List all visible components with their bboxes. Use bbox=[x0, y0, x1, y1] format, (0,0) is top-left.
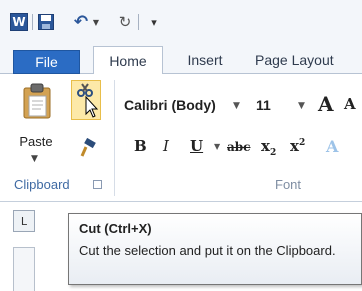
toolbar-separator bbox=[138, 14, 139, 30]
tab-file[interactable]: File bbox=[13, 50, 80, 74]
tab-stop-icon: L bbox=[20, 214, 28, 228]
chevron-down-icon[interactable]: ▼ bbox=[233, 101, 240, 111]
vertical-ruler bbox=[13, 247, 35, 291]
undo-dropdown-icon[interactable]: ▼ bbox=[92, 13, 100, 31]
text-effects-button[interactable]: A bbox=[326, 137, 338, 156]
superscript-label: x bbox=[290, 137, 299, 155]
subscript-button[interactable]: x2 bbox=[261, 137, 276, 158]
tooltip-description: Cut the selection and put it on the Clip… bbox=[79, 243, 336, 258]
chevron-down-icon[interactable]: ▼ bbox=[298, 101, 305, 111]
format-painter-icon[interactable] bbox=[76, 137, 98, 160]
strikethrough-button[interactable]: abc bbox=[227, 140, 250, 154]
tab-page-layout[interactable]: Page Layout bbox=[255, 46, 362, 74]
quick-access-toolbar: W ↶ ▼ ↻ ▾ bbox=[0, 0, 362, 40]
redo-icon[interactable]: ↻ bbox=[118, 13, 132, 31]
grow-font-button[interactable]: A bbox=[318, 92, 334, 116]
chevron-down-icon: ▼ bbox=[31, 154, 38, 164]
bold-button[interactable]: B bbox=[134, 137, 147, 155]
tab-insert[interactable]: Insert bbox=[180, 46, 230, 74]
italic-button[interactable]: I bbox=[163, 137, 169, 155]
cut-tooltip: Cut (Ctrl+X) Cut the selection and put i… bbox=[68, 213, 362, 285]
dialog-launcher-icon[interactable] bbox=[93, 180, 102, 189]
cut-button[interactable] bbox=[71, 80, 101, 120]
font-group-label: Font bbox=[275, 177, 302, 192]
underline-button[interactable]: U bbox=[190, 137, 203, 155]
toolbar-separator bbox=[32, 14, 33, 30]
subscript-label: x bbox=[261, 137, 270, 155]
tab-home[interactable]: Home bbox=[93, 46, 163, 75]
shrink-font-button[interactable]: A bbox=[344, 95, 356, 113]
tab-selector[interactable]: L bbox=[13, 210, 35, 232]
font-size-select[interactable]: 11 bbox=[256, 97, 271, 113]
paste-label: Paste bbox=[19, 134, 53, 149]
word-icon[interactable]: W bbox=[10, 13, 28, 31]
undo-icon[interactable]: ↶ bbox=[72, 12, 90, 32]
clipboard-icon bbox=[23, 82, 51, 122]
tooltip-title: Cut (Ctrl+X) bbox=[79, 221, 152, 236]
ribbon-tabs: File Home Insert Page Layout bbox=[0, 40, 362, 75]
clipboard-group-label: Clipboard bbox=[14, 177, 70, 192]
group-separator bbox=[114, 80, 115, 196]
save-icon[interactable] bbox=[38, 13, 54, 31]
font-name-select[interactable]: Calibri (Body) bbox=[124, 97, 216, 113]
superscript-button[interactable]: x2 bbox=[290, 137, 305, 155]
chevron-down-icon[interactable]: ▼ bbox=[214, 142, 220, 151]
scissors-icon bbox=[77, 83, 99, 118]
paste-button[interactable]: Paste ▼ bbox=[15, 82, 57, 176]
customize-toolbar-icon[interactable]: ▾ bbox=[147, 13, 161, 31]
